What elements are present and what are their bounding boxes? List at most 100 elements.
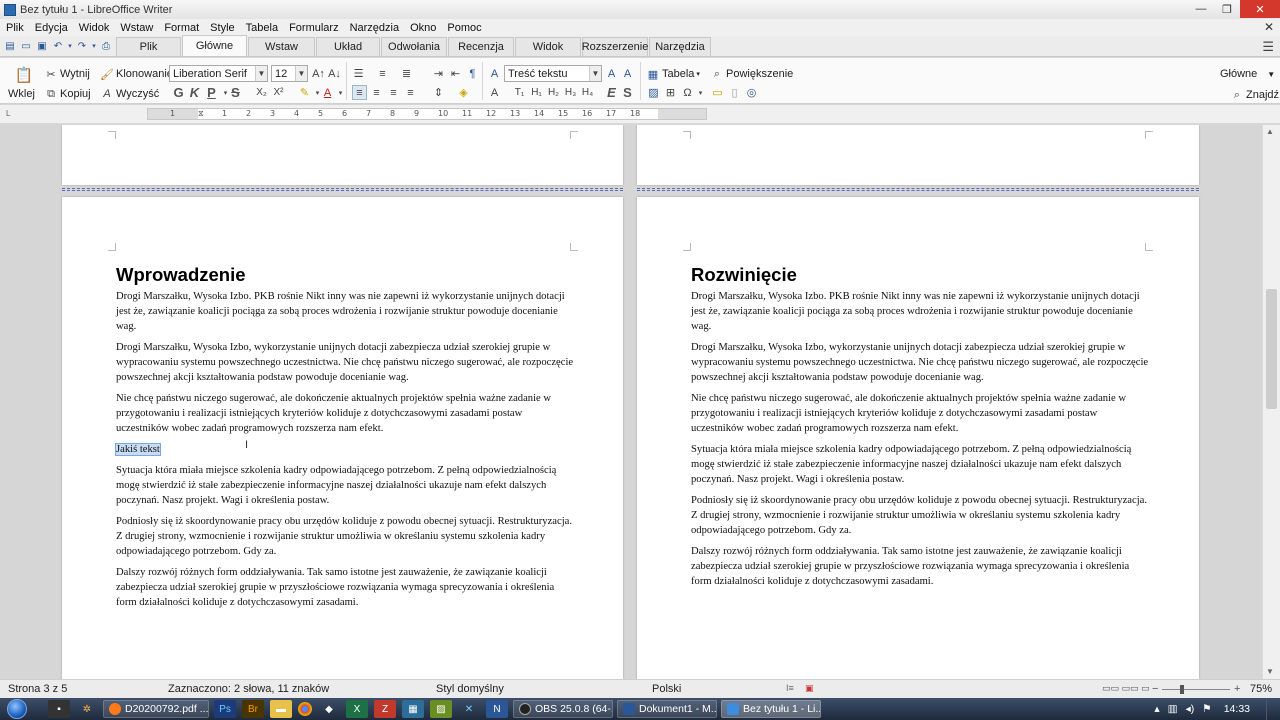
- update-style-icon[interactable]: A: [604, 66, 619, 81]
- app-icon[interactable]: ✲: [76, 700, 98, 718]
- zoom-slider[interactable]: [1162, 689, 1230, 690]
- zoom-out-icon[interactable]: −: [1152, 683, 1158, 695]
- paste-icon[interactable]: 📋: [14, 66, 34, 84]
- document-modified-icon[interactable]: ▣: [805, 683, 814, 694]
- default-paragraph-style-button[interactable]: A: [487, 85, 502, 100]
- justify-icon[interactable]: ≡: [403, 85, 418, 100]
- align-center-icon[interactable]: ≡: [369, 85, 384, 100]
- vertical-scrollbar[interactable]: ▲ ▼: [1262, 125, 1280, 679]
- page-4-text[interactable]: Rozwinięcie Drogi Marszałku, Wysoka Izbo…: [691, 263, 1149, 595]
- selected-paragraph[interactable]: Jakiś tekst: [115, 442, 574, 457]
- redo-icon[interactable]: ↷: [75, 39, 89, 53]
- hamburger-menu-icon[interactable]: ☰: [1262, 39, 1274, 55]
- tab-uklad[interactable]: Układ: [316, 37, 380, 56]
- taskbar-task-writer[interactable]: Bez tytułu 1 - Li...: [721, 700, 821, 718]
- scroll-up-icon[interactable]: ▲: [1266, 127, 1274, 136]
- italic-button[interactable]: K: [187, 85, 202, 100]
- shrink-font-icon[interactable]: A↓: [327, 66, 342, 81]
- paragraph[interactable]: Podniosły się iż skoordynowanie pracy ob…: [116, 514, 574, 559]
- paragraph[interactable]: Dalszy rozwój różnych form oddziaływania…: [116, 565, 574, 610]
- page-3[interactable]: Wprowadzenie Drogi Marszałku, Wysoka Izb…: [62, 197, 623, 679]
- taskbar-task-word[interactable]: Dokument1 - M...: [617, 700, 717, 718]
- network-icon[interactable]: ▥: [1168, 703, 1178, 715]
- menu-tabela[interactable]: Tabela: [240, 22, 283, 34]
- paragraph[interactable]: Drogi Marszałku, Wysoka Izbo. PKB rośnie…: [691, 289, 1149, 334]
- paragraph[interactable]: Nie chcę państwu niczego sugerować, ale …: [116, 391, 574, 436]
- page-3-text[interactable]: Wprowadzenie Drogi Marszałku, Wysoka Izb…: [115, 263, 574, 616]
- new-style-icon[interactable]: A: [620, 66, 635, 81]
- save-icon[interactable]: ▣: [35, 39, 49, 53]
- minimize-button[interactable]: —: [1188, 0, 1214, 18]
- zoom-in-icon[interactable]: +: [1234, 683, 1240, 695]
- paste-button[interactable]: Wklej: [8, 88, 35, 100]
- comment-icon[interactable]: ▭: [710, 85, 725, 100]
- language-indicator[interactable]: Polski: [652, 683, 681, 695]
- tab-stop-icon[interactable]: L: [6, 109, 10, 118]
- tab-wstaw[interactable]: Wstaw: [248, 37, 315, 56]
- tab-plik[interactable]: Plik: [116, 37, 181, 56]
- menu-plik[interactable]: Plik: [0, 22, 29, 34]
- print-icon[interactable]: ⎙: [99, 39, 113, 53]
- page-4[interactable]: Rozwinięcie Drogi Marszałku, Wysoka Izbo…: [637, 197, 1199, 679]
- menu-edycja[interactable]: Edycja: [29, 22, 73, 34]
- bold-button[interactable]: G: [171, 85, 186, 100]
- paragraph[interactable]: Sytuacja która miała miejsce szkolenia k…: [116, 463, 574, 508]
- excel-icon[interactable]: X: [346, 700, 368, 718]
- track-changes-icon[interactable]: ▯: [727, 85, 742, 100]
- cut-button[interactable]: ✂ Wytnij: [44, 67, 89, 81]
- heading-rozwiniecie[interactable]: Rozwinięcie: [691, 263, 1149, 287]
- paragraph[interactable]: Podniosły się iż skoordynowanie pracy ob…: [691, 493, 1149, 538]
- filezilla-icon[interactable]: Z: [374, 700, 396, 718]
- style-switch-dropdown[interactable]: Główne ▼: [1220, 68, 1275, 80]
- scroll-down-icon[interactable]: ▼: [1266, 667, 1274, 676]
- tab-narzedzia[interactable]: Narzędzia: [649, 37, 711, 56]
- volume-icon[interactable]: ◂): [1186, 703, 1195, 715]
- font-name-combobox[interactable]: Liberation Serif ▼: [169, 65, 268, 82]
- paragraph[interactable]: Dalszy rozwój różnych form oddziaływania…: [691, 544, 1149, 589]
- show-desktop-button[interactable]: [1266, 698, 1280, 720]
- image-viewer-icon[interactable]: ▨: [430, 700, 452, 718]
- heading1-button[interactable]: H₁: [529, 85, 544, 100]
- table-button[interactable]: ▦ Tabela ▾: [646, 67, 700, 81]
- subscript-button[interactable]: X₂: [254, 85, 269, 100]
- heading2-button[interactable]: H₂: [546, 85, 561, 100]
- grow-font-icon[interactable]: A↑: [311, 66, 326, 81]
- chrome-icon[interactable]: [298, 702, 312, 716]
- bridge-icon[interactable]: Br: [242, 700, 264, 718]
- numbered-list-icon[interactable]: ≡: [375, 66, 390, 81]
- menu-style[interactable]: Style: [204, 22, 239, 34]
- inkscape-icon[interactable]: ◆: [318, 700, 340, 718]
- page-indicator[interactable]: Strona 3 z 5: [8, 683, 67, 695]
- start-button[interactable]: [0, 698, 34, 720]
- menu-widok[interactable]: Widok: [73, 22, 115, 34]
- chevron-down-icon[interactable]: ▼: [295, 66, 307, 81]
- menu-format[interactable]: Format: [158, 22, 204, 34]
- redo-dropdown-icon[interactable]: ▾: [91, 39, 97, 53]
- superscript-button[interactable]: X²: [271, 85, 286, 100]
- paragraph-background-icon[interactable]: ◈: [456, 85, 471, 100]
- line-spacing-icon[interactable]: ⇕: [431, 85, 446, 100]
- close-document-icon[interactable]: ✕: [1264, 20, 1274, 34]
- text-selection[interactable]: Jakiś tekst: [115, 443, 161, 456]
- align-left-icon[interactable]: ≡: [352, 85, 367, 100]
- document-canvas[interactable]: Wprowadzenie Drogi Marszałku, Wysoka Izb…: [0, 125, 1262, 679]
- new-document-icon[interactable]: ▭: [19, 39, 33, 53]
- undo-icon[interactable]: ↶: [51, 39, 65, 53]
- special-char-dropdown-icon[interactable]: ▾: [693, 85, 708, 100]
- heading3-button[interactable]: H₃: [563, 85, 578, 100]
- scrollbar-thumb[interactable]: [1266, 289, 1277, 409]
- taskbar-task-pdf[interactable]: D20200792.pdf ...: [103, 700, 209, 718]
- tray-chevron-icon[interactable]: ▴: [1154, 703, 1159, 715]
- image-icon[interactable]: ▨: [646, 85, 661, 100]
- photoshop-icon[interactable]: Ps: [214, 700, 236, 718]
- strong-emphasis-button[interactable]: S: [620, 85, 635, 100]
- menu-narzedzia[interactable]: Narzędzia: [344, 22, 405, 34]
- paragraph[interactable]: Drogi Marszałku, Wysoka Izbo, wykorzysta…: [691, 340, 1149, 385]
- tool-icon[interactable]: ✕: [458, 700, 480, 718]
- underline-button[interactable]: P: [204, 85, 219, 100]
- tab-glowne[interactable]: Główne: [182, 35, 247, 56]
- emphasis-button[interactable]: E: [604, 85, 619, 100]
- paragraph[interactable]: Drogi Marszałku, Wysoka Izbo, wykorzysta…: [116, 340, 574, 385]
- outline-list-icon[interactable]: ≣: [399, 66, 414, 81]
- formatting-marks-icon[interactable]: ¶: [465, 66, 480, 81]
